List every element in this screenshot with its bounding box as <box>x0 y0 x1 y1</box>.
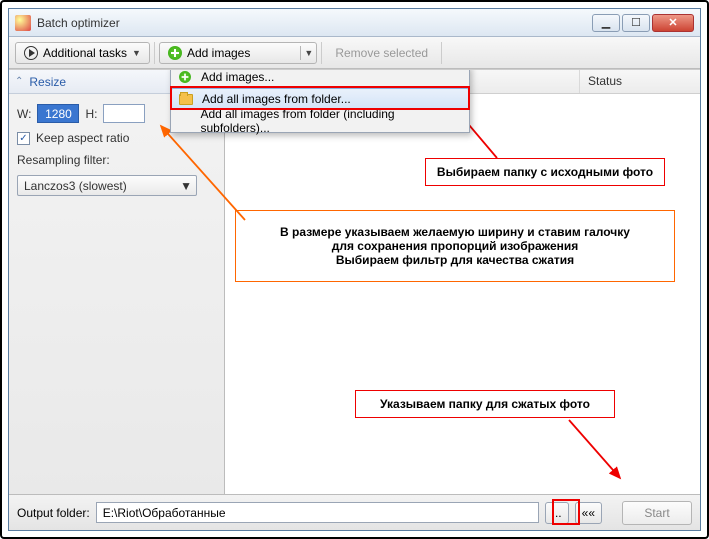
annotation-text-2a: В размере указываем желаемую ширину и ст… <box>252 225 658 239</box>
column-status[interactable]: Status <box>580 70 700 93</box>
menu-add-folder-sub[interactable]: Add all images from folder (including su… <box>171 110 469 132</box>
annotation-text-2b: для сохранения пропорций изображения <box>252 239 658 253</box>
app-icon <box>15 15 31 31</box>
filter-value: Lanczos3 (slowest) <box>24 179 127 193</box>
start-button[interactable]: Start <box>622 501 692 525</box>
remove-selected-label: Remove selected <box>335 46 428 60</box>
chevron-down-icon: ▼ <box>180 179 192 193</box>
annotation-text-3: Указываем папку для сжатых фото <box>380 397 590 411</box>
app-window: Batch optimizer Additional tasks ▼ Add i… <box>8 8 701 531</box>
additional-tasks-button[interactable]: Additional tasks ▼ <box>15 42 150 64</box>
browse-button[interactable]: ... <box>545 502 569 524</box>
divider <box>321 42 322 64</box>
collapse-icon: ⌃ <box>15 76 23 87</box>
toolbar: Additional tasks ▼ Add images ▼ Remove s… <box>9 37 700 69</box>
keep-aspect-checkbox[interactable]: ✓ <box>17 132 30 145</box>
height-input[interactable] <box>103 104 145 123</box>
back-button[interactable]: «« <box>575 502 602 524</box>
height-label: H: <box>85 107 97 121</box>
play-icon <box>24 46 38 60</box>
window-controls <box>592 14 694 32</box>
plus-icon <box>177 70 193 84</box>
annotation-box-2: В размере указываем желаемую ширину и ст… <box>235 210 675 282</box>
add-images-menu: Add images... Add all images from folder… <box>170 69 470 133</box>
main-area: Status Add images... Add all images from… <box>225 70 700 494</box>
additional-tasks-label: Additional tasks <box>43 46 127 60</box>
close-button[interactable] <box>652 14 694 32</box>
annotation-text-1: Выбираем папку с исходными фото <box>437 165 653 179</box>
divider <box>154 42 155 64</box>
annotation-box-1: Выбираем папку с исходными фото <box>425 158 665 186</box>
divider <box>441 42 442 64</box>
content: ⌃ Resize W: H: ✓ Keep aspect ratio Resam… <box>9 69 700 494</box>
remove-selected-button[interactable]: Remove selected <box>326 42 437 64</box>
annotation-arrow-3 <box>565 416 635 486</box>
width-label: W: <box>17 107 31 121</box>
sidebar: ⌃ Resize W: H: ✓ Keep aspect ratio Resam… <box>9 70 225 494</box>
titlebar: Batch optimizer <box>9 9 700 37</box>
bottombar: Output folder: ... «« Start <box>9 494 700 530</box>
annotation-text-2c: Выбираем фильтр для качества сжатия <box>252 253 658 267</box>
window-title: Batch optimizer <box>37 16 592 30</box>
plus-icon <box>168 46 182 60</box>
chevron-down-icon: ▼ <box>132 48 141 58</box>
filter-select[interactable]: Lanczos3 (slowest) ▼ <box>17 175 197 196</box>
filter-label: Resampling filter: <box>17 153 216 167</box>
aspect-row: ✓ Keep aspect ratio <box>17 131 216 145</box>
output-folder-label: Output folder: <box>17 506 90 520</box>
output-folder-input[interactable] <box>96 502 539 523</box>
folder-icon <box>178 94 194 105</box>
minimize-button[interactable] <box>592 14 620 32</box>
keep-aspect-label: Keep aspect ratio <box>36 131 129 145</box>
add-images-dropdown-arrow[interactable]: ▼ <box>300 46 316 60</box>
menu-add-images[interactable]: Add images... <box>171 69 469 88</box>
add-images-label: Add images <box>187 46 250 60</box>
menu-add-folder-sub-label: Add all images from folder (including su… <box>201 107 460 135</box>
maximize-button[interactable] <box>622 14 650 32</box>
menu-add-folder-label: Add all images from folder... <box>202 92 351 106</box>
resize-header-label: Resize <box>29 75 66 89</box>
menu-add-images-label: Add images... <box>201 70 274 84</box>
width-input[interactable] <box>37 104 79 123</box>
annotation-box-3: Указываем папку для сжатых фото <box>355 390 615 418</box>
add-images-button[interactable]: Add images ▼ <box>159 42 317 64</box>
